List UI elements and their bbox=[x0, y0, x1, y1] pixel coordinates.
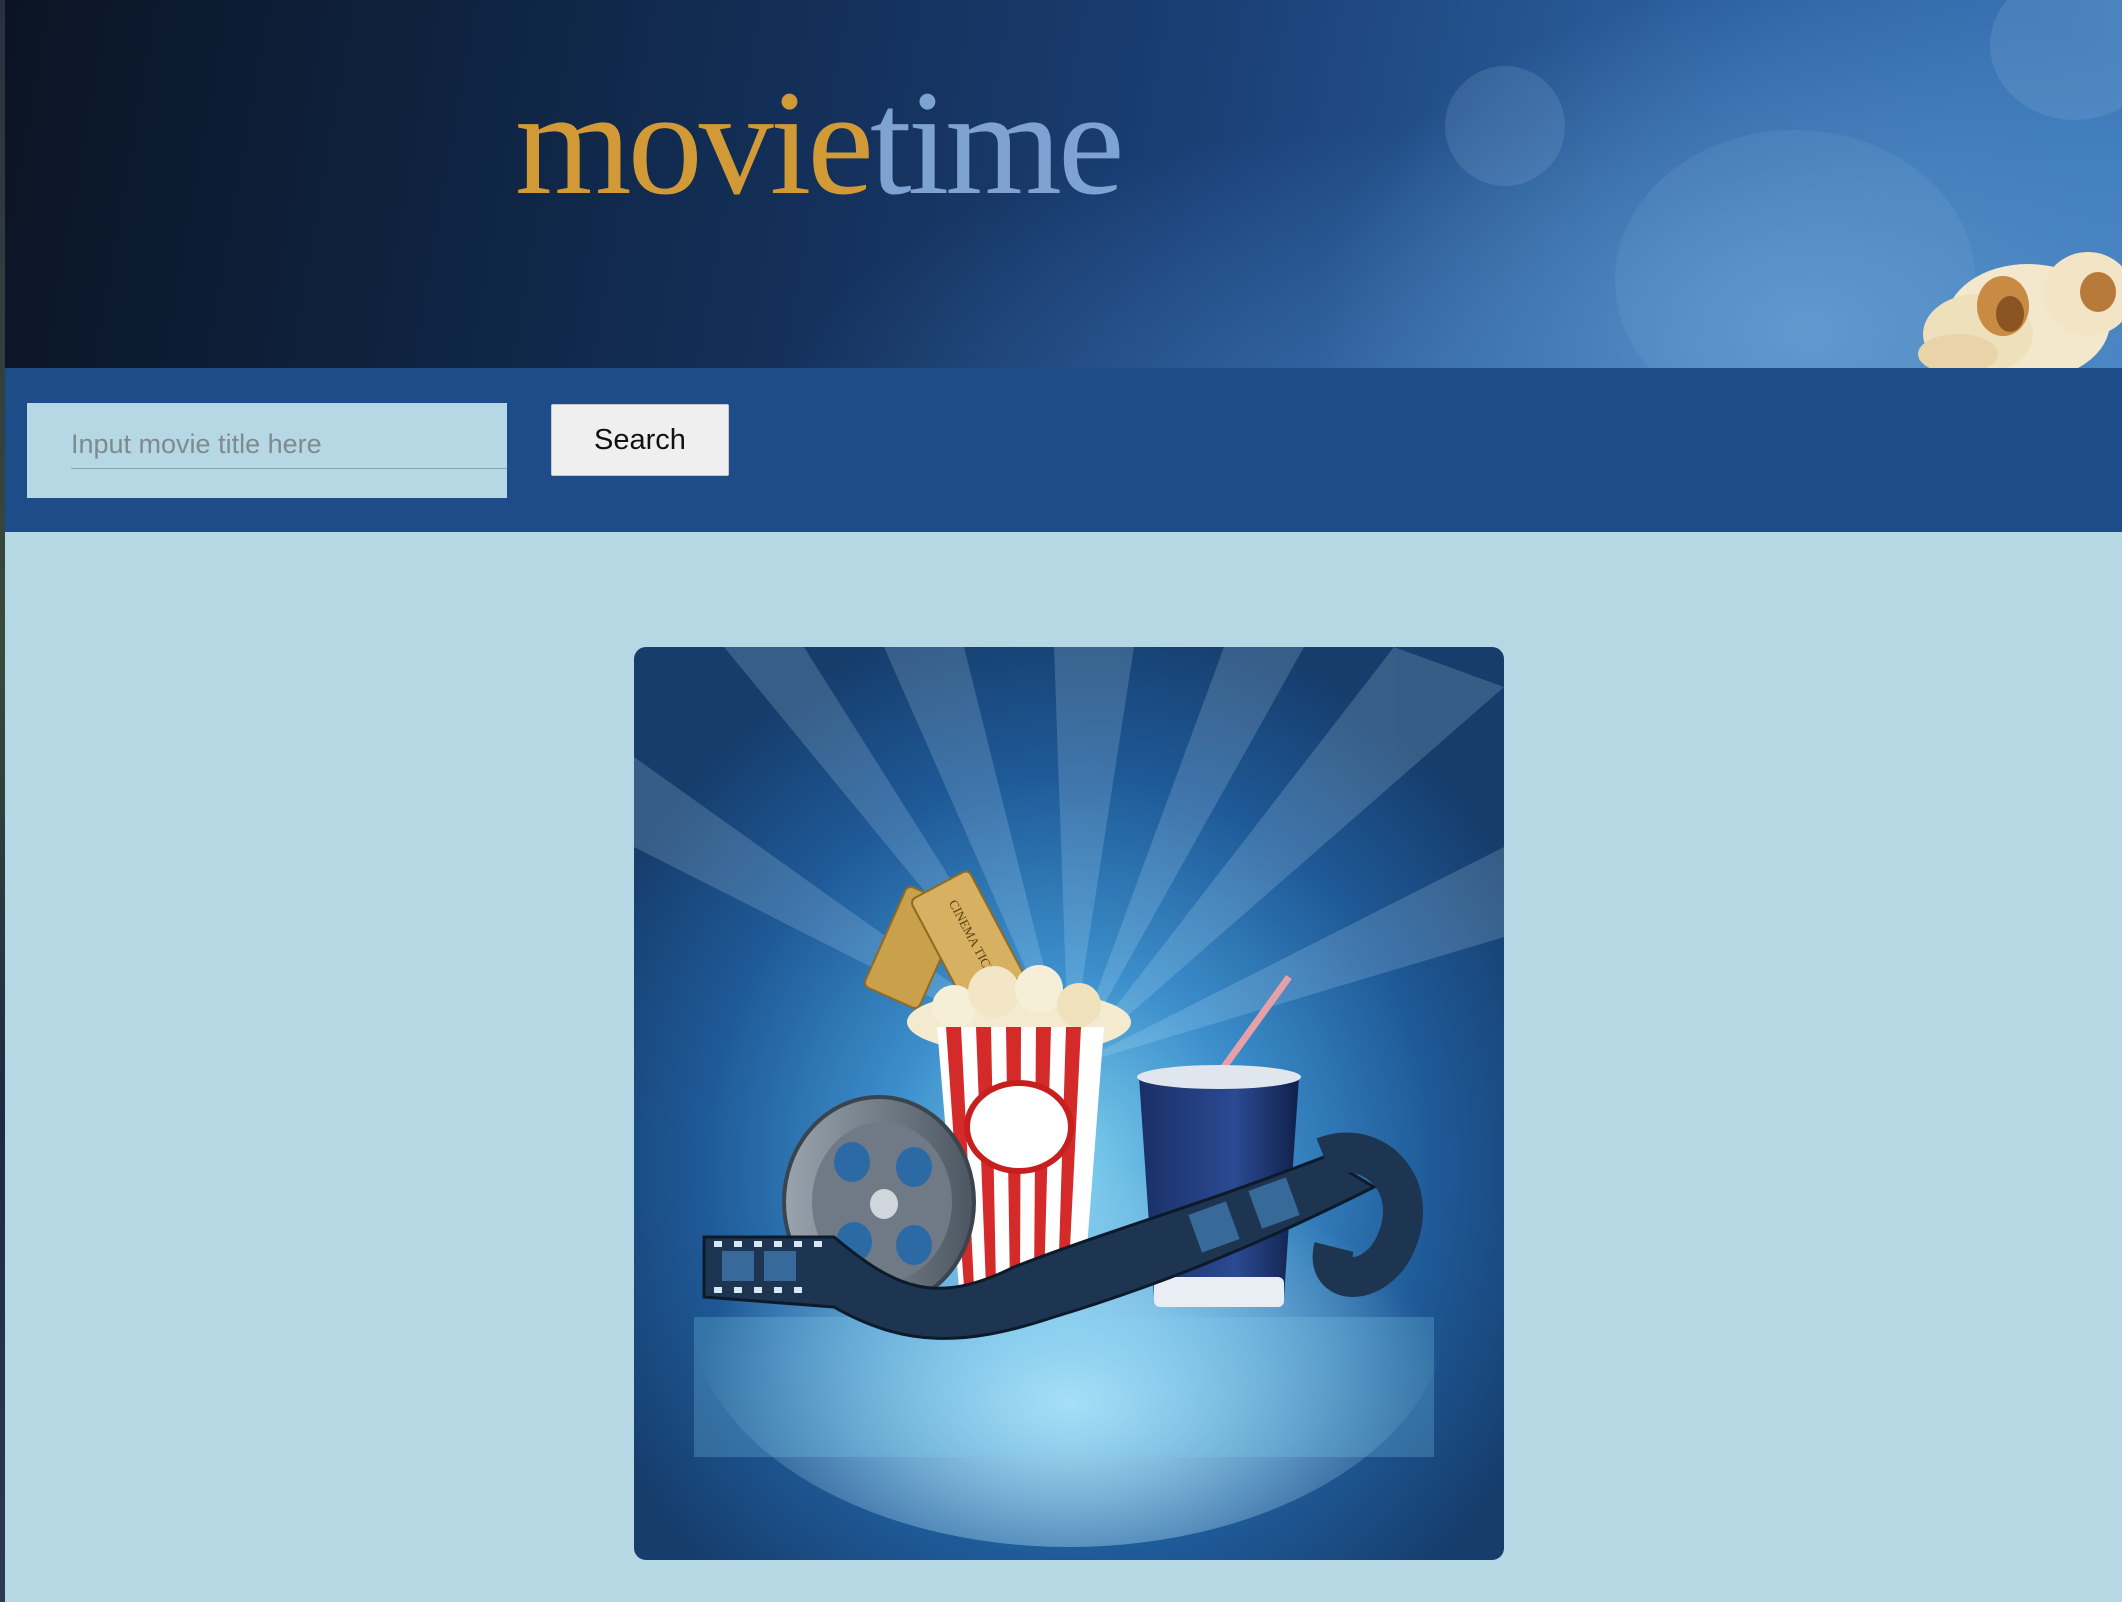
popcorn-icon bbox=[1918, 252, 2122, 368]
movietime-logo[interactable]: movietime bbox=[515, 68, 1125, 218]
page: movietime Search bbox=[0, 0, 2122, 1602]
logo-part-time: time bbox=[869, 60, 1125, 226]
bokeh-light bbox=[1445, 66, 1565, 186]
logo-part-movie: movie bbox=[515, 60, 874, 226]
bokeh-light bbox=[1990, 0, 2122, 120]
reflection bbox=[694, 1317, 1434, 1457]
hero-image: CINEMA TICKET bbox=[634, 647, 1504, 1560]
cinema-illustration: CINEMA TICKET bbox=[634, 647, 1504, 1547]
header-banner: movietime bbox=[5, 0, 2122, 368]
search-field bbox=[27, 403, 507, 498]
search-input[interactable] bbox=[71, 421, 507, 469]
search-bar: Search bbox=[5, 368, 2122, 532]
search-button[interactable]: Search bbox=[551, 404, 729, 476]
